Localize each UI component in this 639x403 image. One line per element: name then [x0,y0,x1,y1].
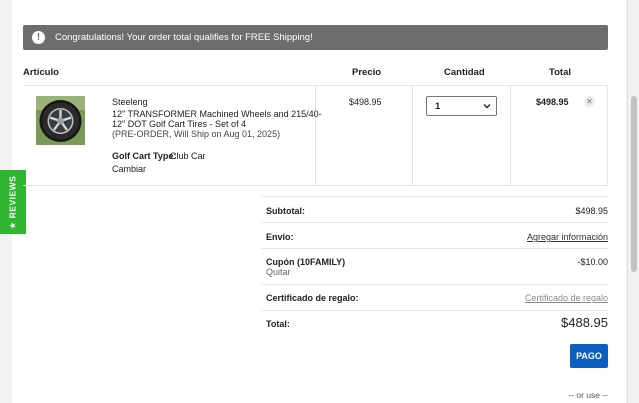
coupon-value: -$10.00 [577,257,608,267]
summary-divider [262,248,608,249]
reviews-tab-label: ★ REVIEWS [7,175,18,229]
scrollbar-thumb[interactable] [631,96,637,272]
header-price: Precio [352,67,382,78]
product-image[interactable] [36,96,85,145]
remove-coupon-link[interactable]: Quitar [266,267,291,277]
alert-text: Congratulations! Your order total qualif… [55,32,313,43]
total-label: Total: [266,319,290,329]
subtotal-value: $498.95 [575,206,608,216]
product-brand: Steeleng [112,97,148,107]
header-item: Artículo [23,67,59,78]
or-use-divider: -- or use -- [568,390,608,400]
change-option-link[interactable]: Cambiar [112,164,146,175]
column-divider [315,85,316,186]
column-divider [412,85,413,186]
close-icon[interactable]: ✕ [584,96,595,107]
item-price: $498.95 [349,97,382,107]
column-divider [510,85,511,186]
summary-divider [262,310,608,311]
option-label: Golf Cart Type: [112,151,177,161]
quantity-value: 1 [435,100,441,112]
shipping-label: Envío: [266,232,294,242]
gift-certificate-label: Certificado de regalo: [266,293,359,303]
item-total: $498.95 [536,97,569,107]
total-value: $488.95 [561,315,608,330]
header-quantity: Cantidad [444,67,485,78]
header-total: Total [549,67,571,78]
quantity-select[interactable]: 1 [426,96,497,116]
summary-divider [262,222,608,223]
exclamation-icon: ! [32,31,45,44]
gift-certificate-link[interactable]: Certificado de regalo [525,293,608,303]
scrollbar[interactable] [627,0,639,403]
wheel-tire-image [36,96,85,145]
preorder-note: (PRE-ORDER, Will Ship on Aug 01, 2025) [112,129,281,139]
free-shipping-alert: ! Congratulations! Your order total qual… [23,25,608,50]
option-value: Club Car [170,151,206,161]
chevron-down-icon [483,104,491,109]
cart-page [12,0,626,403]
summary-divider [262,196,608,197]
summary-divider [262,284,608,285]
coupon-label: Cupón (10FAMILY) [266,257,346,267]
add-shipping-info-link[interactable]: Agregar información [527,232,608,242]
checkout-button[interactable]: PAGO [570,344,608,368]
subtotal-label: Subtotal: [266,206,305,216]
